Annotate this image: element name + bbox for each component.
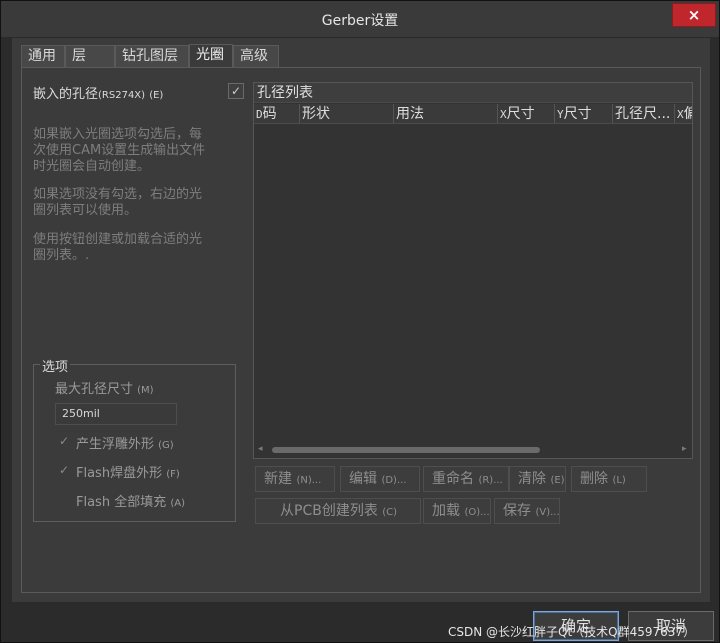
column-headers: D码 形状 用法 X尺寸 Y尺寸 孔径尺... X偏 xyxy=(254,104,692,124)
rename-button[interactable]: 重命名 (R)... xyxy=(423,466,509,492)
aperture-list[interactable]: 孔径列表 D码 形状 用法 X尺寸 Y尺寸 孔径尺... X偏 xyxy=(253,82,693,459)
options-title: 选项 xyxy=(40,356,71,375)
aperture-list-title: 孔径列表 xyxy=(254,83,692,103)
tab-drill-layers[interactable]: 钻孔图层 xyxy=(115,45,189,67)
new-button[interactable]: 新建 (N)... xyxy=(255,466,335,492)
window-title: Gerber设置 xyxy=(321,13,399,29)
flash-all-fills-label: Flash 全部填充 (A) xyxy=(76,495,185,510)
description-2: 如果选项没有勾选，右边的光 圈列表可以使用。 xyxy=(33,187,203,218)
scroll-right-icon[interactable]: ▸ xyxy=(682,444,687,454)
max-aperture-size-label: 最大孔径尺寸 (M) xyxy=(55,382,154,397)
gerber-settings-dialog: Gerber设置 × 通用 层 钻孔图层 光圈 高级 嵌入的孔径(RS274X)… xyxy=(0,0,720,643)
edit-button[interactable]: 编辑 (D)... xyxy=(340,466,420,492)
save-button[interactable]: 保存 (V)... xyxy=(494,498,560,524)
create-list-from-pcb-button[interactable]: 从PCB创建列表 (C) xyxy=(255,498,421,524)
load-button[interactable]: 加载 (O)... xyxy=(423,498,491,524)
column-x-size[interactable]: X尺寸 xyxy=(497,104,554,123)
scrollbar-thumb[interactable] xyxy=(272,447,540,453)
tab-general[interactable]: 通用 xyxy=(21,45,65,67)
tab-apertures[interactable]: 光圈 xyxy=(189,44,233,68)
horizontal-scrollbar[interactable]: ◂ ▸ xyxy=(254,442,692,458)
flash-pad-shapes-checkbox[interactable]: ✓ xyxy=(57,463,71,477)
max-aperture-size-input[interactable]: 250mil xyxy=(55,403,177,425)
column-shape[interactable]: 形状 xyxy=(299,104,393,123)
close-button[interactable]: × xyxy=(672,3,716,27)
tab-advanced[interactable]: 高级 xyxy=(233,45,279,67)
relief-shapes-label: 产生浮雕外形 (G) xyxy=(76,437,174,452)
tab-layers[interactable]: 层 xyxy=(65,45,115,67)
column-usage[interactable]: 用法 xyxy=(393,104,497,123)
description-1: 如果嵌入光圈选项勾选后，每 次使用CAM设置生成输出文件 时光圈会自动创建。 xyxy=(33,127,206,174)
delete-button[interactable]: 删除 (L) xyxy=(571,466,647,492)
clear-button[interactable]: 清除 (E) xyxy=(509,466,566,492)
description-3: 使用按钮创建或加载合适的光 圈列表。. xyxy=(33,232,203,263)
flash-all-fills-checkbox[interactable] xyxy=(57,492,71,506)
embed-apertures-label: 嵌入的孔径(RS274X) (E) xyxy=(33,87,164,102)
title-bar[interactable]: Gerber设置 × xyxy=(1,1,719,37)
csdn-watermark: CSDN @长沙红胖子Qt（技术Q群4597637） xyxy=(448,625,696,639)
relief-shapes-checkbox[interactable]: ✓ xyxy=(57,434,71,448)
embed-apertures-checkbox[interactable]: ✓ xyxy=(228,83,244,99)
scroll-left-icon[interactable]: ◂ xyxy=(258,444,263,454)
column-y-size[interactable]: Y尺寸 xyxy=(554,104,612,123)
flash-pad-shapes-label: Flash焊盘外形 (F) xyxy=(76,466,180,481)
column-dcode[interactable]: D码 xyxy=(254,104,299,123)
column-x-offset[interactable]: X偏 xyxy=(674,104,692,123)
column-hole-size[interactable]: 孔径尺... xyxy=(612,104,674,123)
